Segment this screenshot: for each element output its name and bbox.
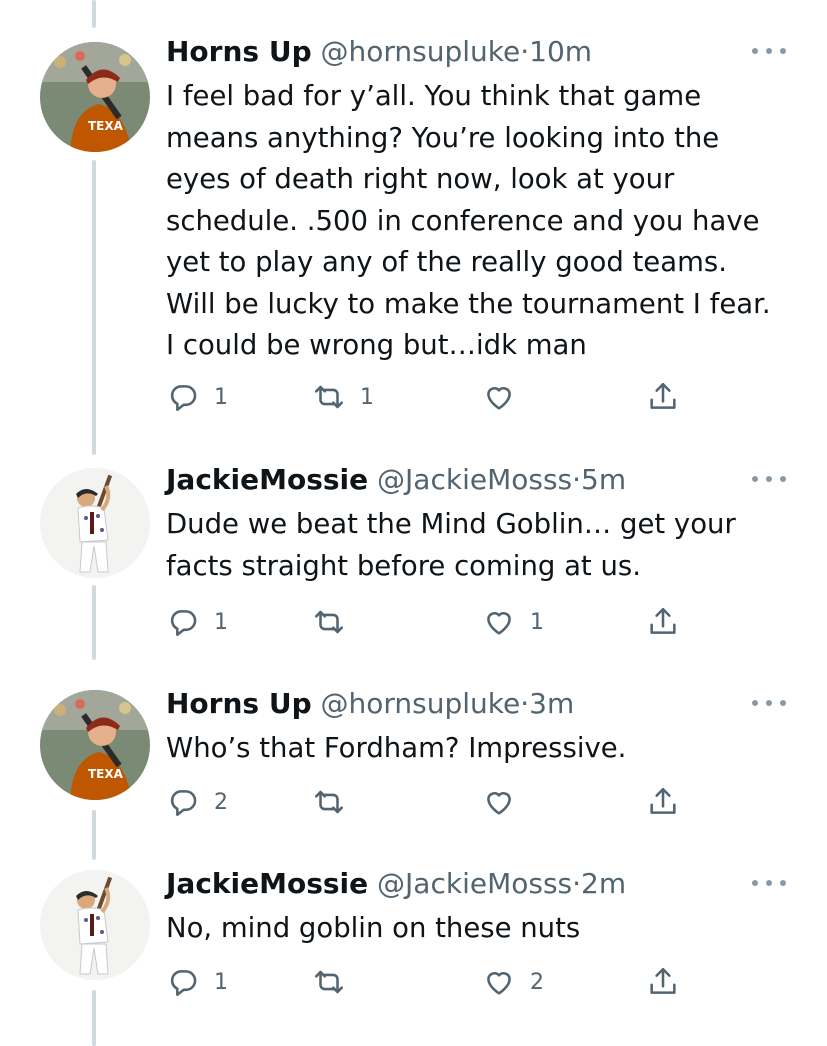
batter-swinging-icon (40, 870, 150, 980)
more-options-icon[interactable] (752, 38, 786, 64)
more-options-icon[interactable] (752, 870, 786, 896)
share-icon (650, 967, 676, 994)
tweet-header: JackieMossie @JackieMosss·5m (166, 460, 626, 500)
retweet-button[interactable] (312, 782, 360, 822)
like-button[interactable]: 2 (482, 962, 544, 1002)
share-button[interactable] (646, 782, 680, 822)
share-button[interactable] (646, 962, 680, 1002)
svg-text:TEXA: TEXA (88, 119, 124, 133)
like-button[interactable] (482, 782, 530, 822)
avatar[interactable]: TEXA (40, 42, 150, 152)
share-button[interactable] (646, 602, 680, 642)
retweet-icon (314, 970, 344, 994)
reply-icon (170, 385, 197, 412)
retweet-icon (314, 790, 344, 814)
separator-dot: · (520, 35, 530, 68)
share-button[interactable] (646, 377, 680, 417)
user-handle[interactable]: @JackieMosss (377, 463, 572, 496)
reply-button[interactable]: 1 (166, 602, 228, 642)
reply-button[interactable]: 1 (166, 962, 228, 1002)
tweet-actions: 1 2 (166, 962, 726, 1002)
retweet-button[interactable] (312, 602, 360, 642)
tweet-header: Horns Up @hornsupluke·10m (166, 32, 592, 72)
like-count: 1 (530, 609, 544, 635)
tweet-actions: 1 1 (166, 377, 726, 417)
display-name[interactable]: JackieMossie (166, 867, 368, 900)
reply-count: 2 (214, 789, 228, 815)
texas-baseball-player-icon: TEXA (40, 42, 150, 152)
reply-count: 1 (214, 609, 228, 635)
reply-icon (170, 970, 197, 997)
timestamp[interactable]: 3m (529, 687, 574, 720)
user-handle[interactable]: @hornsupluke (321, 687, 521, 720)
timestamp[interactable]: 2m (581, 867, 626, 900)
more-options-icon[interactable] (752, 690, 786, 716)
user-handle[interactable]: @JackieMosss (377, 867, 572, 900)
reply-count: 1 (214, 384, 228, 410)
tweet-actions: 1 1 (166, 602, 726, 642)
reply-button[interactable]: 2 (166, 782, 228, 822)
display-name[interactable]: Horns Up (166, 687, 312, 720)
user-handle[interactable]: @hornsupluke (321, 35, 521, 68)
avatar[interactable]: TEXA (40, 690, 150, 800)
heart-icon (487, 972, 511, 995)
tweet[interactable]: TEXA Horns Up @hornsupluke·3m Who’s that… (0, 684, 827, 824)
thread-line (92, 0, 96, 28)
tweet-text: Who’s that Fordham? Impressive. (166, 732, 627, 764)
heart-icon (487, 792, 511, 815)
separator-dot: · (520, 687, 530, 720)
reply-count: 1 (214, 969, 228, 995)
reply-icon (170, 610, 197, 637)
retweet-icon (314, 385, 344, 409)
share-icon (650, 787, 676, 814)
tweet-actions: 2 (166, 782, 726, 822)
share-icon (650, 382, 676, 409)
retweet-count: 1 (360, 384, 374, 410)
tweet-text: I feel bad for y’all. You think that gam… (166, 80, 771, 361)
display-name[interactable]: Horns Up (166, 35, 312, 68)
tweet-header: JackieMossie @JackieMosss·2m (166, 864, 626, 904)
share-icon (650, 607, 676, 634)
tweet[interactable]: JackieMossie @JackieMosss·5m Dude we bea… (0, 460, 827, 660)
tweet-text: No, mind goblin on these nuts (166, 912, 581, 944)
batter-swinging-icon (40, 468, 150, 578)
timestamp[interactable]: 10m (529, 35, 592, 68)
retweet-icon (314, 610, 344, 634)
avatar[interactable] (40, 468, 150, 578)
reply-icon (170, 790, 197, 817)
heart-icon (487, 387, 511, 410)
retweet-button[interactable]: 1 (312, 377, 374, 417)
like-button[interactable] (482, 377, 530, 417)
tweet-header: Horns Up @hornsupluke·3m (166, 684, 574, 724)
tweet[interactable]: TEXA Horns Up @hornsupluke·10m I feel ba… (0, 32, 827, 422)
svg-text:TEXA: TEXA (88, 767, 124, 781)
timestamp[interactable]: 5m (581, 463, 626, 496)
like-count: 2 (530, 969, 544, 995)
more-options-icon[interactable] (752, 466, 786, 492)
avatar[interactable] (40, 870, 150, 980)
display-name[interactable]: JackieMossie (166, 463, 368, 496)
like-button[interactable]: 1 (482, 602, 544, 642)
reply-button[interactable]: 1 (166, 377, 228, 417)
tweet[interactable]: JackieMossie @JackieMosss·2m No, mind go… (0, 864, 827, 1014)
separator-dot: · (572, 867, 582, 900)
separator-dot: · (572, 463, 582, 496)
tweet-text: Dude we beat the Mind Goblin… get your f… (166, 508, 736, 582)
texas-baseball-player-icon: TEXA (40, 690, 150, 800)
heart-icon (487, 612, 511, 635)
retweet-button[interactable] (312, 962, 360, 1002)
